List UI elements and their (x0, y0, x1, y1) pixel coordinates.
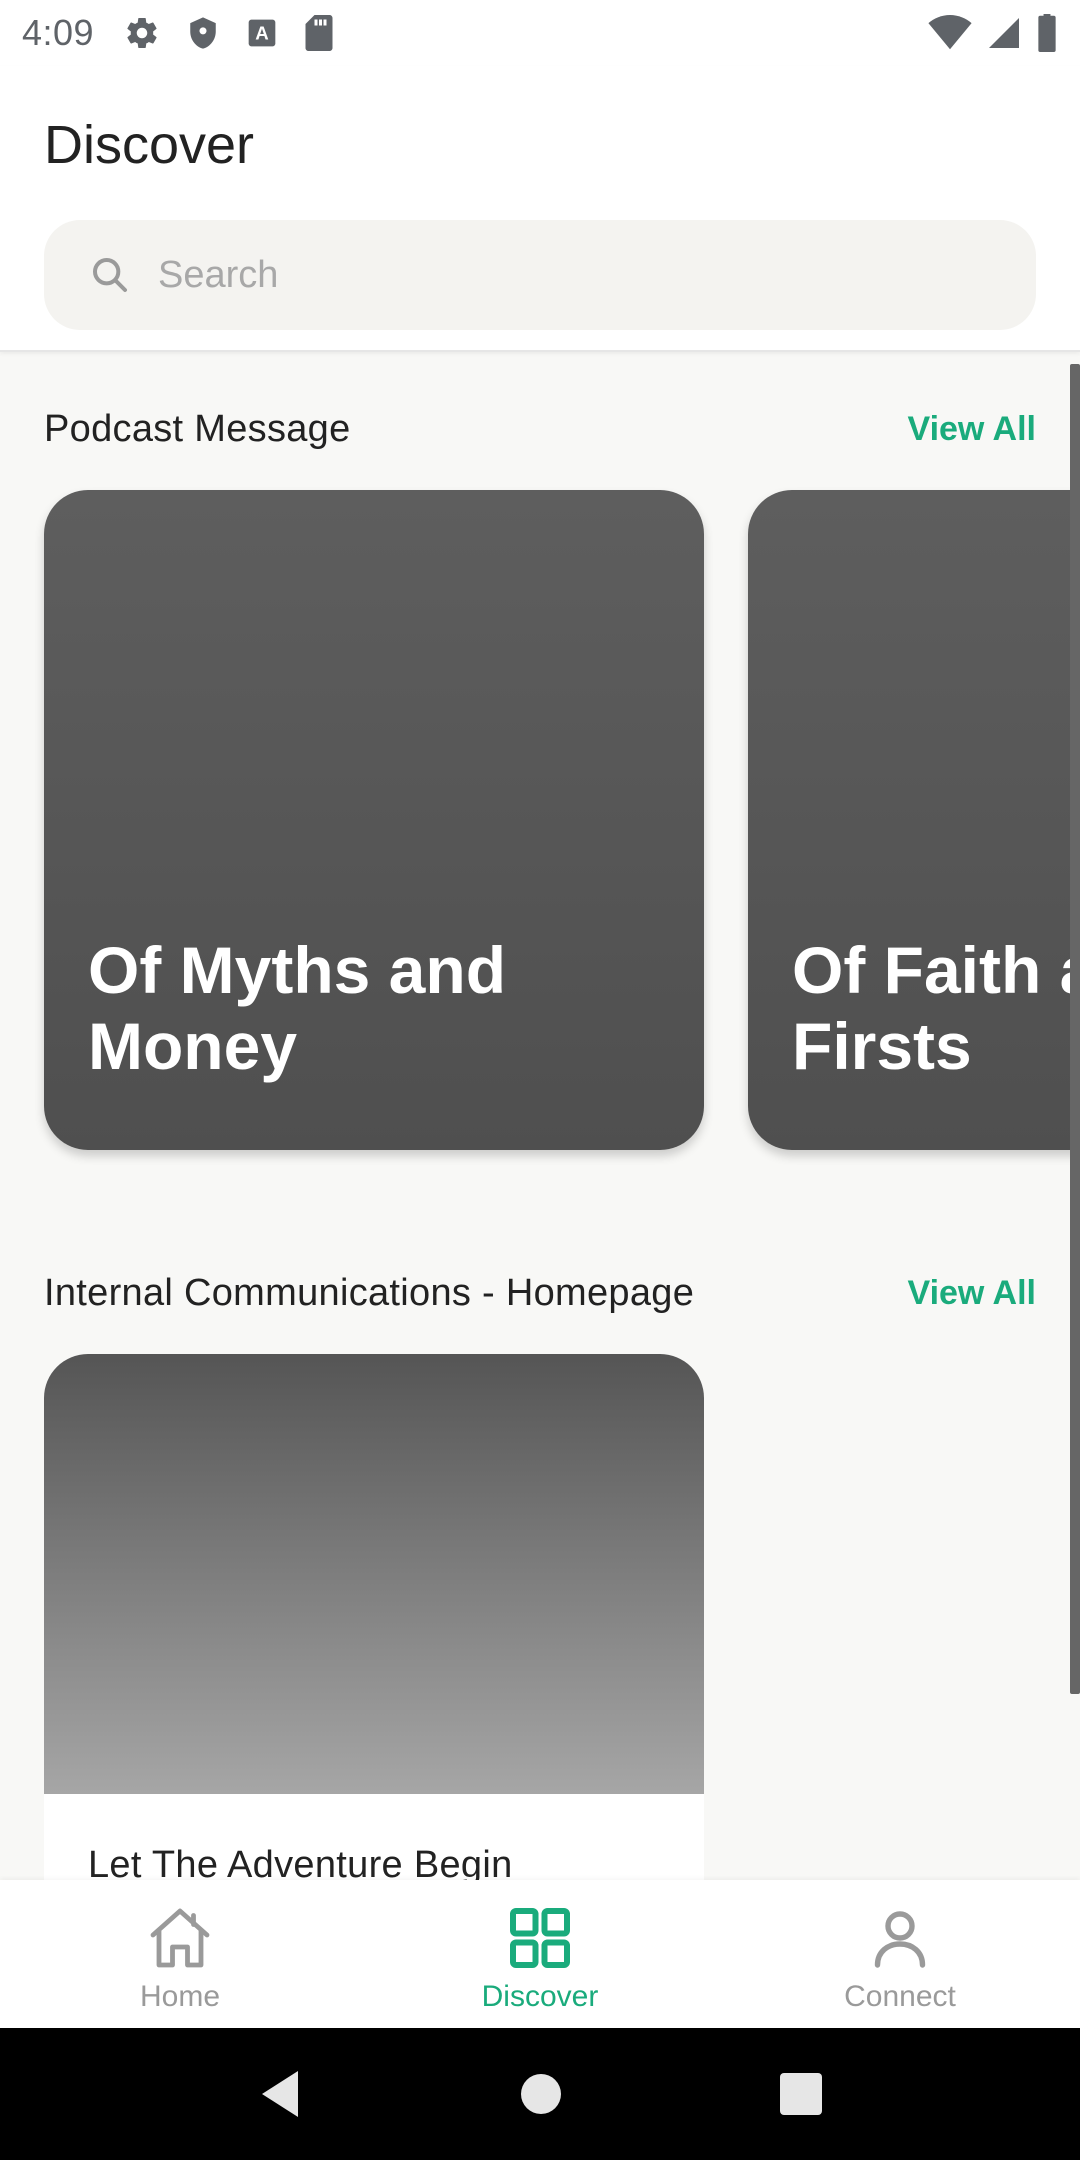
header: Discover (0, 66, 1080, 352)
screen: 4:09 A Discover Search Podcast Message V… (0, 0, 1080, 2160)
nav-item-discover[interactable]: Discover (360, 1880, 720, 2028)
battery-icon (1036, 14, 1058, 52)
system-nav-bar (0, 2028, 1080, 2160)
recents-icon[interactable] (779, 2073, 822, 2115)
signal-icon (986, 15, 1022, 51)
view-all-button[interactable]: View All (908, 410, 1037, 449)
nav-item-home[interactable]: Home (0, 1880, 360, 2028)
search-bar[interactable] (44, 220, 1036, 330)
sd-card-icon (304, 15, 334, 51)
card-title: Of Faith and Firsts (792, 933, 1080, 1083)
section-header-podcast: Podcast Message View All (44, 408, 1036, 451)
article-card[interactable]: Let The Adventure Begin (44, 1354, 704, 1880)
nav-label: Home (139, 1980, 221, 2013)
grid-icon (510, 1908, 570, 1968)
home-circle-icon[interactable] (519, 2072, 563, 2116)
podcast-card[interactable]: Of Myths and Money (44, 490, 704, 1150)
shield-icon (186, 15, 220, 51)
discover-content[interactable]: Podcast Message View All Of Myths and Mo… (0, 352, 1080, 1880)
back-icon[interactable] (258, 2069, 302, 2119)
gear-icon (124, 15, 160, 51)
section-header-internal-comms: Internal Communications - Homepage View … (44, 1272, 1036, 1315)
page-title: Discover (44, 115, 255, 175)
bottom-nav: Home Discover Connect (0, 1880, 1080, 2028)
search-icon (93, 258, 127, 292)
view-all-button[interactable]: View All (908, 1274, 1037, 1313)
nav-label: Discover (481, 1980, 599, 2013)
person-icon (874, 1911, 926, 1968)
card-title: Of Myths and Money (88, 933, 507, 1083)
section-title: Podcast Message (44, 408, 351, 450)
nav-label: Connect (844, 1980, 956, 2013)
a-icon: A (246, 17, 278, 49)
podcast-card[interactable]: Of Faith and Firsts (748, 490, 1080, 1150)
home-icon (150, 1908, 210, 1968)
section-title: Internal Communications - Homepage (44, 1272, 695, 1314)
wifi-icon (928, 15, 972, 51)
status-time: 4:09 (22, 12, 95, 53)
status-bar: 4:09 A (0, 0, 1080, 66)
article-image (44, 1354, 704, 1794)
search-input[interactable] (158, 253, 958, 297)
nav-item-connect[interactable]: Connect (720, 1880, 1080, 2028)
svg-text:A: A (255, 23, 268, 44)
scrollbar[interactable] (1070, 364, 1080, 1694)
article-title: Let The Adventure Begin (88, 1844, 513, 1880)
